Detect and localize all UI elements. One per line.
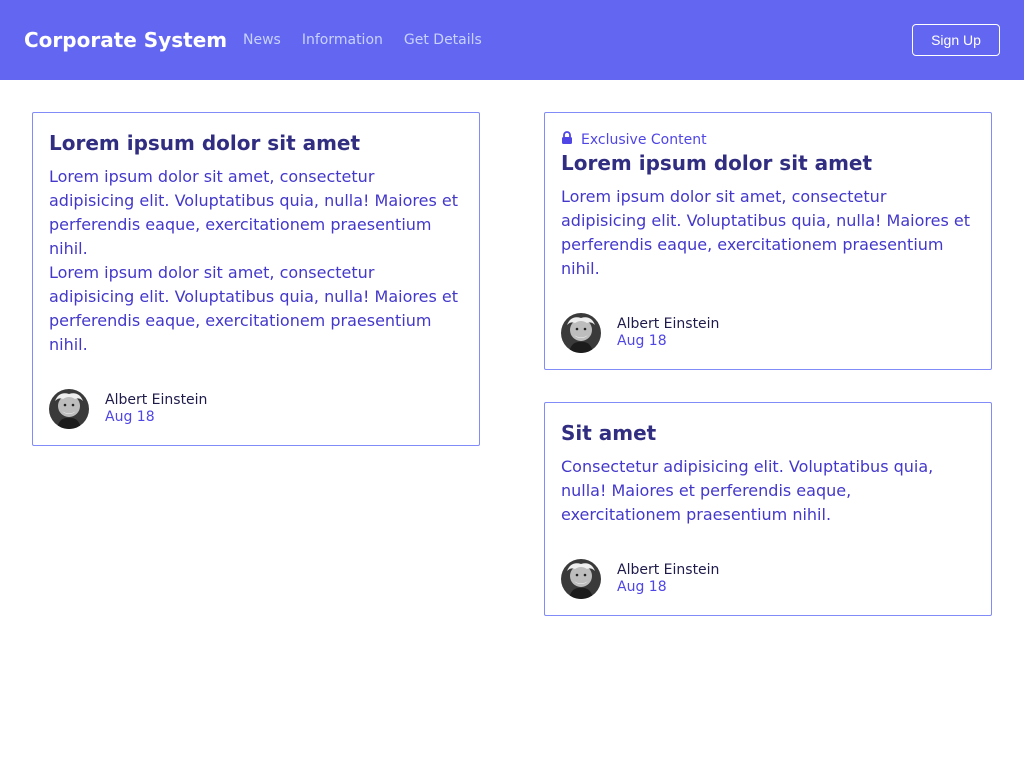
article-card-2[interactable]: Exclusive Content Lorem ipsum dolor sit …	[544, 112, 992, 370]
top-navbar: Corporate System News Information Get De…	[0, 0, 1024, 80]
author-info: Albert Einstein Aug 18	[561, 559, 719, 599]
card-body: Consectetur adipisicing elit. Voluptatib…	[561, 455, 975, 527]
author-name: Albert Einstein	[617, 316, 720, 332]
nav-links: News Information Get Details	[243, 31, 503, 49]
card-paragraph: Lorem ipsum dolor sit amet, consectetur …	[49, 263, 458, 354]
post-date: Aug 18	[617, 333, 667, 349]
card-title[interactable]: Lorem ipsum dolor sit amet	[49, 130, 360, 156]
avatar	[49, 389, 89, 429]
nav-link-news[interactable]: News	[243, 31, 281, 49]
card-body: Lorem ipsum dolor sit amet, consectetur …	[561, 185, 975, 281]
article-card-3[interactable]: Sit amet Consectetur adipisicing elit. V…	[544, 402, 992, 616]
card-paragraph: Lorem ipsum dolor sit amet, consectetur …	[561, 187, 970, 278]
avatar	[561, 559, 601, 599]
author-info: Albert Einstein Aug 18	[561, 313, 719, 353]
sign-up-button[interactable]: Sign Up	[912, 24, 1000, 56]
avatar	[561, 313, 601, 353]
post-date: Aug 18	[617, 579, 667, 595]
nav-link-get-details[interactable]: Get Details	[404, 31, 482, 49]
author-info: Albert Einstein Aug 18	[49, 389, 207, 429]
exclusive-label: Exclusive Content	[581, 132, 707, 148]
post-date: Aug 18	[105, 409, 155, 425]
card-title[interactable]: Sit amet	[561, 420, 656, 446]
card-body: Lorem ipsum dolor sit amet, consectetur …	[49, 165, 463, 357]
nav-link-information[interactable]: Information	[302, 31, 383, 49]
author-name: Albert Einstein	[105, 392, 208, 408]
card-paragraph: Consectetur adipisicing elit. Voluptatib…	[561, 457, 934, 524]
author-name: Albert Einstein	[617, 562, 720, 578]
card-paragraph: Lorem ipsum dolor sit amet, consectetur …	[49, 167, 458, 258]
brand-title[interactable]: Corporate System	[24, 27, 227, 53]
article-card-1[interactable]: Lorem ipsum dolor sit amet Lorem ipsum d…	[32, 112, 480, 446]
exclusive-badge: Exclusive Content	[561, 131, 707, 149]
card-title[interactable]: Lorem ipsum dolor sit amet	[561, 150, 872, 176]
lock-icon	[561, 131, 581, 149]
